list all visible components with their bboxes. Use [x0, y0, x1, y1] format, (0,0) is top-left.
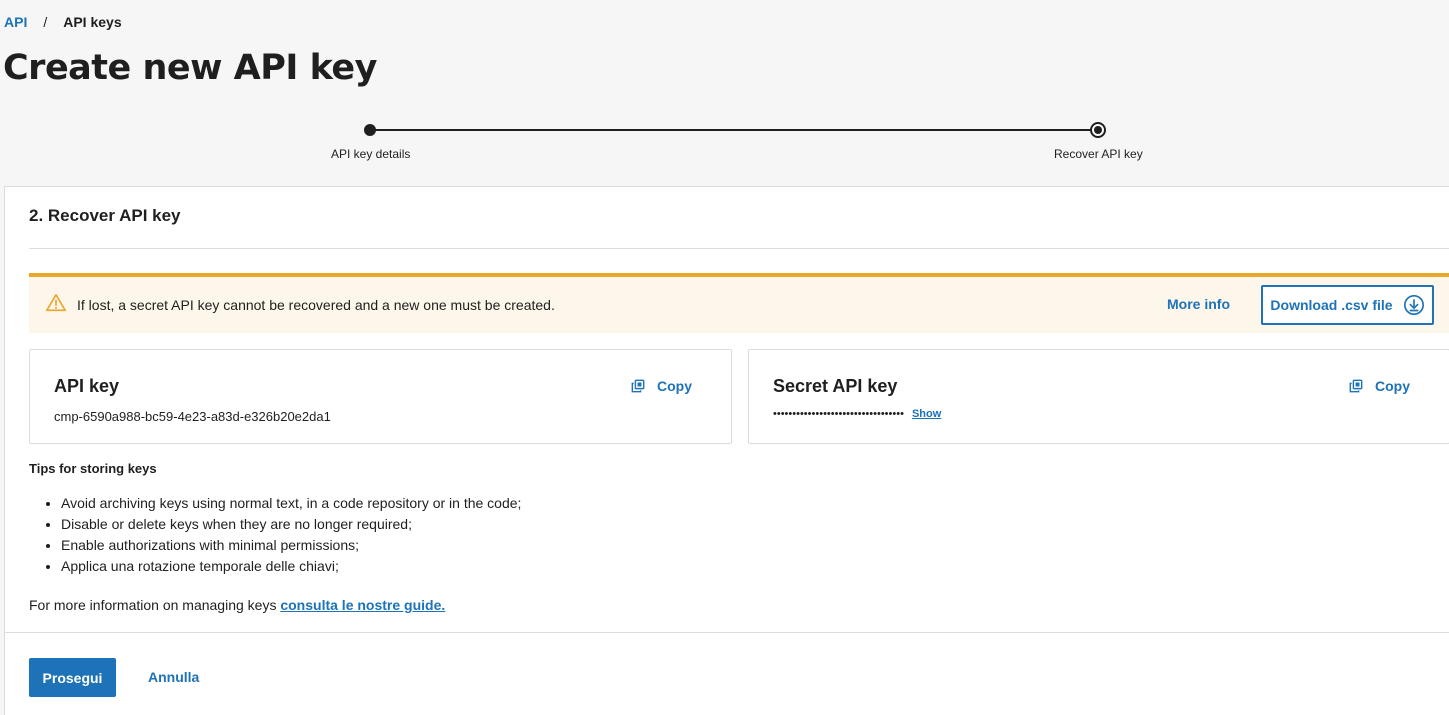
api-key-value: cmp-6590a988-bc59-4e23-a83d-e326b20e2da1 [54, 409, 331, 424]
breadcrumb-separator: / [43, 14, 48, 30]
recover-key-panel: 2. Recover API key If lost, a secret API… [4, 186, 1449, 715]
stepper-line [370, 129, 1098, 131]
secret-key-masked: •••••••••••••••••••••••••••••••••• [773, 408, 904, 420]
alert-text: If lost, a secret API key cannot be reco… [77, 297, 555, 313]
copy-label: Copy [1375, 378, 1410, 394]
tips-list: Avoid archiving keys using normal text, … [61, 493, 521, 577]
step-2-dot [1090, 122, 1106, 138]
api-key-card: API key Copy cmp-6590a988-bc59-4e23-a83d… [29, 349, 732, 444]
secret-key-title: Secret API key [773, 376, 898, 396]
more-info-text: For more information on managing keys co… [29, 597, 445, 613]
download-icon [1403, 295, 1424, 315]
breadcrumb: API / API keys [4, 14, 122, 30]
cancel-button[interactable]: Annulla [148, 669, 199, 685]
divider [5, 632, 1449, 633]
progress-stepper: API key details Recover API key [0, 120, 1449, 170]
list-item: Enable authorizations with minimal permi… [61, 535, 521, 556]
copy-label: Copy [657, 378, 692, 394]
copy-icon [1349, 379, 1363, 393]
list-item: Applica una rotazione temporale delle ch… [61, 556, 521, 577]
page-title: Create new API key [3, 48, 377, 88]
warning-alert: If lost, a secret API key cannot be reco… [29, 273, 1449, 333]
show-secret-link[interactable]: Show [912, 408, 941, 420]
step-1-dot [364, 124, 376, 136]
secret-key-row: •••••••••••••••••••••••••••••••••• Show [773, 408, 941, 420]
step-2-label: Recover API key [1054, 147, 1143, 161]
tips-title: Tips for storing keys [29, 461, 157, 476]
section-title: 2. Recover API key [29, 206, 181, 225]
api-key-title: API key [54, 376, 120, 396]
copy-secret-key-button[interactable]: Copy [1349, 378, 1410, 394]
more-info-prefix: For more information on managing keys [29, 597, 281, 613]
list-item: Disable or delete keys when they are no … [61, 514, 521, 535]
download-csv-button[interactable]: Download .csv file [1261, 285, 1434, 325]
continue-button[interactable]: Prosegui [29, 658, 116, 697]
copy-api-key-button[interactable]: Copy [631, 378, 692, 394]
download-csv-label: Download .csv file [1270, 297, 1393, 313]
step-1-label: API key details [331, 147, 411, 161]
breadcrumb-api-link[interactable]: API [4, 14, 27, 30]
more-info-link[interactable]: More info [1167, 296, 1230, 312]
list-item: Avoid archiving keys using normal text, … [61, 493, 521, 514]
secret-key-card: Secret API key Copy ••••••••••••••••••••… [748, 349, 1449, 444]
copy-icon [631, 379, 645, 393]
warning-icon [46, 293, 66, 312]
breadcrumb-current: API keys [63, 14, 122, 30]
divider [29, 248, 1449, 249]
guides-link[interactable]: consulta le nostre guide. [280, 597, 445, 613]
